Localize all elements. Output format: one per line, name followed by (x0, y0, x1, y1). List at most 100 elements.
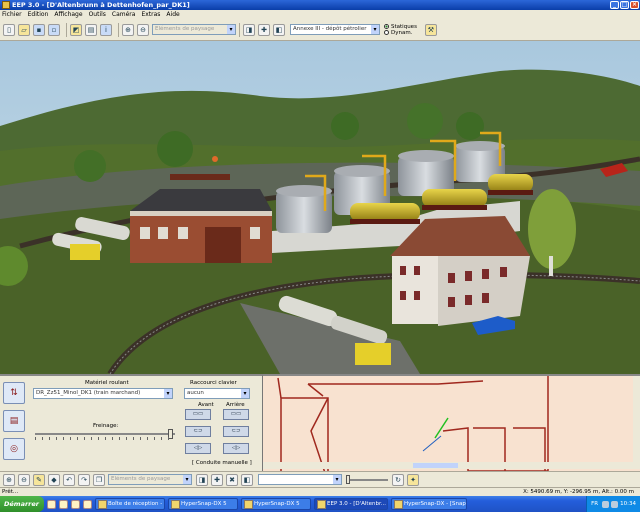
wagon-frame (488, 190, 533, 195)
menu-extras[interactable]: Extras (141, 11, 160, 18)
signal-box-icon[interactable]: ▤ (3, 410, 25, 432)
depot-cornice (130, 211, 272, 216)
new-file-icon[interactable]: ▯ (3, 23, 15, 36)
edit-mode-icon[interactable]: ◩ (70, 23, 82, 36)
back-button-2[interactable]: ⊂⊃ (223, 426, 249, 437)
signal-icon[interactable]: ✚ (258, 23, 270, 36)
save-as-icon[interactable]: ▫ (48, 23, 60, 36)
close-button[interactable]: × (630, 1, 639, 9)
taskbar-item-hypersnap-2[interactable]: HyperSnap-DX 5 (241, 498, 311, 510)
tree (456, 112, 484, 140)
forward-label: Avant (198, 402, 214, 408)
menu-outils[interactable]: Outils (89, 11, 106, 18)
delete-icon[interactable]: ✖ (226, 473, 238, 486)
brake-label: Freinage: (93, 423, 119, 429)
wagon-frame (350, 219, 420, 224)
height-slider[interactable] (346, 474, 388, 484)
radio-dot (384, 24, 389, 29)
manual-drive-label: [ Conduite manuelle ] (192, 460, 252, 466)
undo-icon[interactable]: ↶ (63, 473, 75, 486)
depot-window (250, 227, 260, 239)
layout-combo[interactable]: Annexe III - dépôt pétrolier (290, 24, 380, 35)
lamp (212, 156, 218, 162)
zoom-in-icon[interactable]: ⊕ (122, 23, 134, 36)
train-select-icon[interactable]: ⇅ (3, 382, 25, 404)
tray-icon[interactable] (602, 500, 610, 508)
window-title: EEP 3.0 - [D'Altenbrunn à Dettenhofen_pa… (12, 1, 190, 9)
cube-icon[interactable]: ◆ (48, 473, 60, 486)
back-button-3[interactable]: ◁▷ (223, 443, 249, 454)
tree (74, 150, 106, 182)
object-combo[interactable] (258, 474, 342, 485)
shortcut-combo[interactable]: aucun (184, 388, 250, 399)
menu-fichier[interactable]: Fichier (2, 11, 22, 18)
height-slider-thumb[interactable] (346, 474, 350, 484)
main-toolbar: ▯ ▱ ▪ ▫ ◩ ▤ i ⊕ ⊖ Eléments de paysage ◨ … (0, 19, 640, 41)
train-tool-icon[interactable]: ◨ (196, 473, 208, 486)
save-icon[interactable]: ▪ (33, 23, 45, 36)
info-icon[interactable]: i (100, 23, 112, 36)
quicklaunch-icon[interactable] (59, 499, 68, 509)
camera-tool-icon[interactable]: ◧ (241, 473, 253, 486)
app-icon (2, 1, 10, 9)
category-combo-secondary[interactable]: Eléments de paysage (108, 474, 192, 485)
back-button-1[interactable]: ▭▭ (223, 409, 249, 420)
rotate-icon[interactable]: ↻ (392, 473, 404, 486)
layout-icon[interactable]: ▤ (85, 23, 97, 36)
oil-tank-top (276, 185, 332, 197)
brake-slider-ticks (35, 437, 175, 440)
oil-tank-top (455, 141, 505, 151)
tools-icon[interactable]: ⚒ (424, 23, 437, 36)
tree (407, 103, 443, 139)
signal-marker (422, 435, 442, 452)
language-indicator[interactable]: FR (591, 501, 598, 507)
title-bar: EEP 3.0 - [D'Altenbrunn à Dettenhofen_pa… (0, 0, 640, 10)
minimize-button[interactable]: _ (610, 1, 619, 9)
zoom-out-icon[interactable]: ⊖ (18, 473, 30, 486)
windows-taskbar: Démarrer Boîte de réception - O... Hyper… (0, 496, 640, 512)
wagon-frame (422, 205, 487, 210)
map-scrollbar-thumb[interactable] (413, 463, 458, 468)
zoom-out-icon[interactable]: ⊖ (137, 23, 149, 36)
zoom-in-icon[interactable]: ⊕ (3, 473, 15, 486)
brake-slider-track[interactable] (35, 433, 175, 435)
taskbar-item-eep[interactable]: EEP 3.0 - [D'Altenbr... (314, 498, 388, 510)
house-side (438, 256, 530, 326)
menu-edition[interactable]: Edition (28, 11, 49, 18)
3d-viewport[interactable] (0, 41, 640, 374)
tray-icon[interactable] (611, 500, 619, 508)
radio-dynamic[interactable]: Dynam. (384, 30, 417, 36)
redo-icon[interactable]: ↷ (78, 473, 90, 486)
pencil-icon[interactable]: ✎ (33, 473, 45, 486)
camera-icon[interactable]: ◧ (273, 23, 285, 36)
tree (331, 112, 359, 140)
taskbar-item-hypersnap-3[interactable]: HyperSnap-DX - [Snap... (391, 498, 467, 510)
menu-affichage[interactable]: Affichage (54, 11, 82, 18)
rolling-stock-combo[interactable]: DR_Zz51_Minol_DK1 (train marchand) (33, 388, 173, 399)
menu-camera[interactable]: Caméra (112, 11, 136, 18)
taskbar-item-inbox[interactable]: Boîte de réception - O... (95, 498, 165, 510)
forward-button-2[interactable]: ⊂⊃ (185, 426, 211, 437)
open-folder-icon[interactable]: ▱ (18, 23, 30, 36)
quicklaunch-icon[interactable] (83, 499, 92, 509)
copy-icon[interactable]: ❐ (93, 473, 105, 486)
track-map-2d[interactable] (262, 374, 640, 471)
taskbar-item-hypersnap-1[interactable]: HyperSnap-DX 5 (168, 498, 238, 510)
menu-aide[interactable]: Aide (166, 11, 179, 18)
view-mode-radio-group: Statiques Dynam. (384, 24, 417, 36)
start-button[interactable]: Démarrer (0, 496, 44, 512)
map-vscrollbar[interactable] (633, 376, 640, 462)
forward-button-3[interactable]: ◁▷ (185, 443, 211, 454)
quicklaunch-icon[interactable] (47, 499, 56, 509)
category-combo[interactable]: Eléments de paysage (152, 24, 236, 35)
train-icon[interactable]: ◨ (243, 23, 255, 36)
maximize-button[interactable]: □ (620, 1, 629, 9)
toolbar-separator (118, 22, 119, 37)
tree-trunk (549, 256, 553, 276)
quicklaunch-icon[interactable] (71, 499, 80, 509)
forward-button-1[interactable]: ▭▭ (185, 409, 211, 420)
snap-icon[interactable]: ✚ (211, 473, 223, 486)
tank-wagon (350, 203, 420, 221)
lamp-icon[interactable]: ✦ (407, 473, 419, 486)
track-tool-icon[interactable]: ◎ (3, 438, 25, 460)
